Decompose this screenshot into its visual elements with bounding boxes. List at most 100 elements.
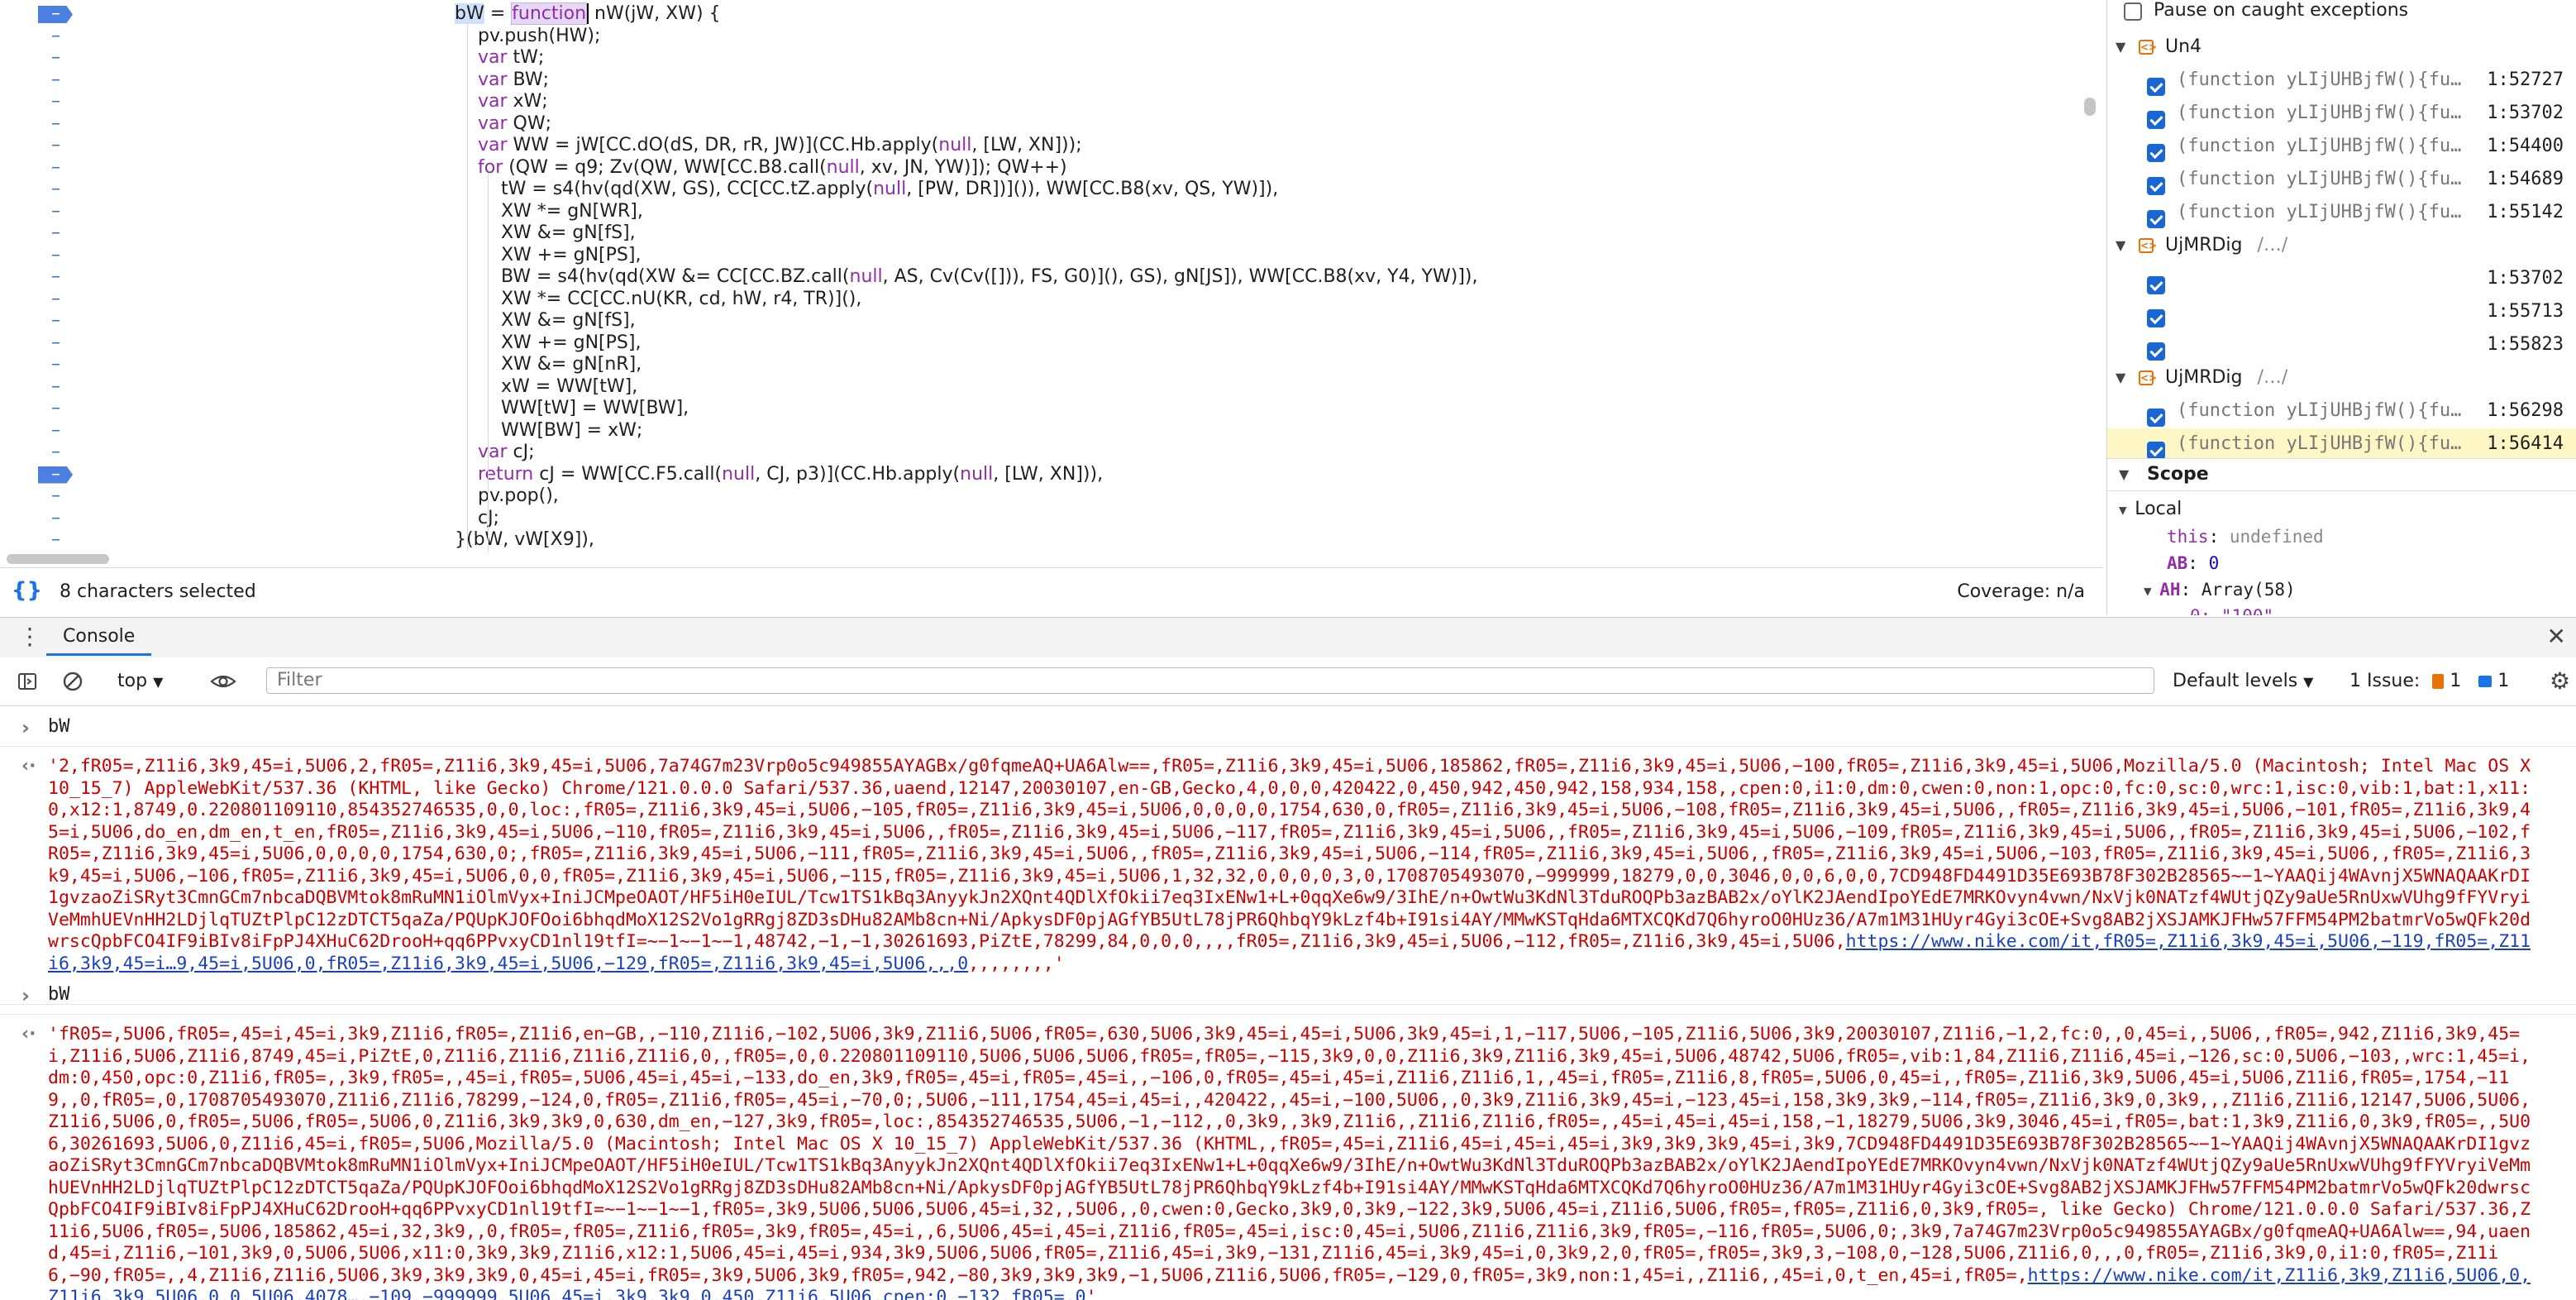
gutter-line[interactable]: – [0, 245, 99, 266]
gutter-line[interactable]: – [0, 310, 99, 332]
breakpoint-item[interactable]: 1:55713 [2107, 296, 2576, 327]
breakpoint-item[interactable]: (function yLIjUHBjfW(){fu… 1:53702 [2107, 98, 2576, 129]
expand-triangle-icon[interactable]: ▼ [2144, 583, 2159, 599]
code-line[interactable]: BW = s4(hv(qd(XW &= CC[CC.BZ.call(null, … [455, 266, 1478, 288]
breakpoint-checkbox[interactable] [2147, 276, 2165, 294]
gutter-line[interactable]: – [0, 376, 99, 398]
gutter-line[interactable]: – [0, 289, 99, 310]
breakpoint-checkbox[interactable] [2147, 409, 2165, 427]
code-line[interactable]: XW *= CC[CC.nU(KR, cd, hW, r4, TR)](), [455, 289, 861, 310]
code-line[interactable]: var xW; [455, 91, 548, 112]
console-output[interactable]: › bW ‹· '2,fR05=,Z11i6,3k9,45=i,5U06,2,fR05… [0, 706, 2576, 1300]
gutter-line[interactable]: – [0, 26, 99, 47]
clear-console-icon[interactable] [61, 657, 84, 705]
context-selector[interactable]: top ▼ [117, 657, 163, 705]
close-drawer-icon[interactable]: ✕ [2547, 623, 2566, 650]
code-line[interactable]: pv.pop(), [455, 485, 559, 507]
breakpoint-group-header[interactable]: ▼ <> Un4 [2107, 31, 2576, 63]
result-link[interactable]: https://www.nike.com/it,Z11i6,3k9,Z11i6,… [48, 1265, 2531, 1300]
breakpoint-marker[interactable]: – [0, 464, 99, 485]
code-line[interactable]: XW += gN[PS], [455, 245, 642, 266]
sidebar-toggle-icon[interactable] [17, 657, 38, 705]
breakpoint-checkbox[interactable] [2147, 309, 2165, 327]
issues-button[interactable]: 1 Issue: 1 1 [2349, 657, 2509, 705]
source-editor[interactable]: – – – – – – – – – – – – – – – – – – – – – – – – – bW = function … [0, 0, 2103, 552]
breakpoint-checkbox[interactable] [2147, 111, 2165, 129]
code-line[interactable]: for (QW = q9; Zv(QW, WW[CC.B8.call(null,… [455, 157, 1067, 179]
live-expression-icon[interactable] [210, 657, 236, 705]
breakpoint-item[interactable]: (function yLIjUHBjfW(){fu… 1:52727 [2107, 65, 2576, 96]
scope-variable[interactable]: 0: "100" [2190, 604, 2273, 615]
code-line[interactable]: var QW; [455, 113, 551, 135]
code-line[interactable]: tW = s4(hv(qd(XW, GS), CC[CC.tZ.apply(nu… [455, 179, 1278, 200]
breakpoint-marker[interactable]: – [0, 3, 99, 25]
code-line[interactable]: bW = function nW(jW, XW) { [455, 2, 721, 25]
code-line[interactable]: XW += gN[PS], [455, 332, 642, 354]
gutter-line[interactable]: – [0, 420, 99, 442]
gutter-line[interactable]: – [0, 529, 99, 551]
code-line[interactable]: XW *= gN[WR], [455, 201, 643, 222]
gutter-line[interactable]: – [0, 332, 99, 354]
code-line[interactable]: XW &= gN[nR], [455, 354, 642, 375]
expand-triangle-icon[interactable]: ▼ [2116, 31, 2125, 63]
expand-triangle-icon[interactable]: ▼ [2116, 362, 2125, 394]
console-settings-icon[interactable]: ⚙ [2550, 657, 2570, 705]
breakpoint-checkbox[interactable] [2147, 442, 2165, 460]
console-input-row[interactable]: › bW [0, 984, 2576, 1009]
breakpoint-checkbox[interactable] [2147, 177, 2165, 195]
code-line[interactable]: var BW; [455, 69, 549, 91]
log-levels-dropdown[interactable]: Default levels ▼ [2173, 657, 2313, 705]
gutter-line[interactable]: – [0, 398, 99, 419]
line-gutter[interactable]: – – – – – – – – – – – – – – – – – – – – – – – – – [0, 0, 99, 552]
pause-caught-checkbox[interactable] [2124, 2, 2142, 21]
gutter-line[interactable]: – [0, 179, 99, 200]
gutter-line[interactable]: – [0, 91, 99, 112]
console-result-row[interactable]: ‹· '2,fR05=,Z11i6,3k9,45=i,5U06,2,fR05=,Z… [0, 756, 2576, 996]
pause-caught-row[interactable]: Pause on caught exceptions [2107, 0, 2576, 26]
breakpoint-checkbox[interactable] [2147, 210, 2165, 228]
vertical-scrollbar[interactable] [2084, 98, 2096, 116]
scope-variable[interactable]: this: undefined [2167, 524, 2324, 549]
code-line[interactable]: xW = WW[tW], [455, 376, 637, 398]
breakpoint-item[interactable]: (function yLIjUHBjfW(){fu… 1:55142 [2107, 197, 2576, 228]
filter-input[interactable]: Filter [266, 667, 2154, 694]
scope-variable[interactable]: ▼ AH: Array(58) [2144, 577, 2296, 602]
breakpoint-item[interactable]: 1:55823 [2107, 329, 2576, 361]
console-input-row[interactable]: › bW [0, 716, 2576, 741]
gutter-line[interactable]: – [0, 135, 99, 156]
breakpoint-group-header[interactable]: ▼ <> UjMRDig/…/ [2107, 230, 2576, 261]
code-line[interactable]: pv.push(HW); [455, 26, 600, 47]
code-line[interactable]: var WW = jW[CC.dO(dS, DR, rR, JW)](CC.Hb… [455, 135, 1082, 156]
drawer-menu-icon[interactable]: ⋮ [18, 623, 41, 650]
gutter-line[interactable]: – [0, 157, 99, 179]
code-line[interactable]: WW[BW] = xW; [455, 420, 642, 442]
breakpoint-item[interactable]: (function yLIjUHBjfW(){fu… 1:56414 [2107, 428, 2576, 460]
expand-triangle-icon[interactable]: ▼ [2116, 230, 2125, 261]
gutter-line[interactable]: – [0, 508, 99, 529]
tab-console[interactable]: Console [46, 618, 152, 656]
breakpoint-checkbox[interactable] [2147, 144, 2165, 162]
scope-section-header[interactable]: ▼ Scope [2107, 458, 2576, 491]
gutter-line[interactable]: – [0, 113, 99, 135]
breakpoint-group-header[interactable]: ▼ <> UjMRDig/…/ [2107, 362, 2576, 394]
code-line[interactable]: XW &= gN[fS], [455, 310, 636, 332]
local-scope-row[interactable]: ▼ Local [2119, 496, 2182, 521]
result-link[interactable]: https://www.nike.com/it,fR05=,Z11i6,3k9,… [48, 931, 2531, 974]
horizontal-scrollbar[interactable] [7, 554, 109, 564]
breakpoint-checkbox[interactable] [2147, 78, 2165, 96]
code-line[interactable]: XW &= gN[fS], [455, 222, 636, 244]
gutter-line[interactable]: – [0, 69, 99, 91]
expand-triangle-icon[interactable]: ▼ [2119, 502, 2135, 518]
gutter-line[interactable]: – [0, 485, 99, 507]
gutter-line[interactable]: – [0, 354, 99, 375]
gutter-line[interactable]: – [0, 201, 99, 222]
code-line[interactable]: var tW; [455, 47, 544, 69]
breakpoint-checkbox[interactable] [2147, 342, 2165, 361]
gutter-line[interactable]: – [0, 442, 99, 463]
breakpoint-item[interactable]: (function yLIjUHBjfW(){fu… 1:54689 [2107, 164, 2576, 195]
gutter-line[interactable]: – [0, 47, 99, 69]
code-line[interactable]: cJ; [455, 508, 499, 529]
code-line[interactable]: WW[tW] = WW[BW], [455, 398, 689, 419]
gutter-line[interactable]: – [0, 222, 99, 244]
scope-variable[interactable]: AB: 0 [2167, 551, 2219, 576]
